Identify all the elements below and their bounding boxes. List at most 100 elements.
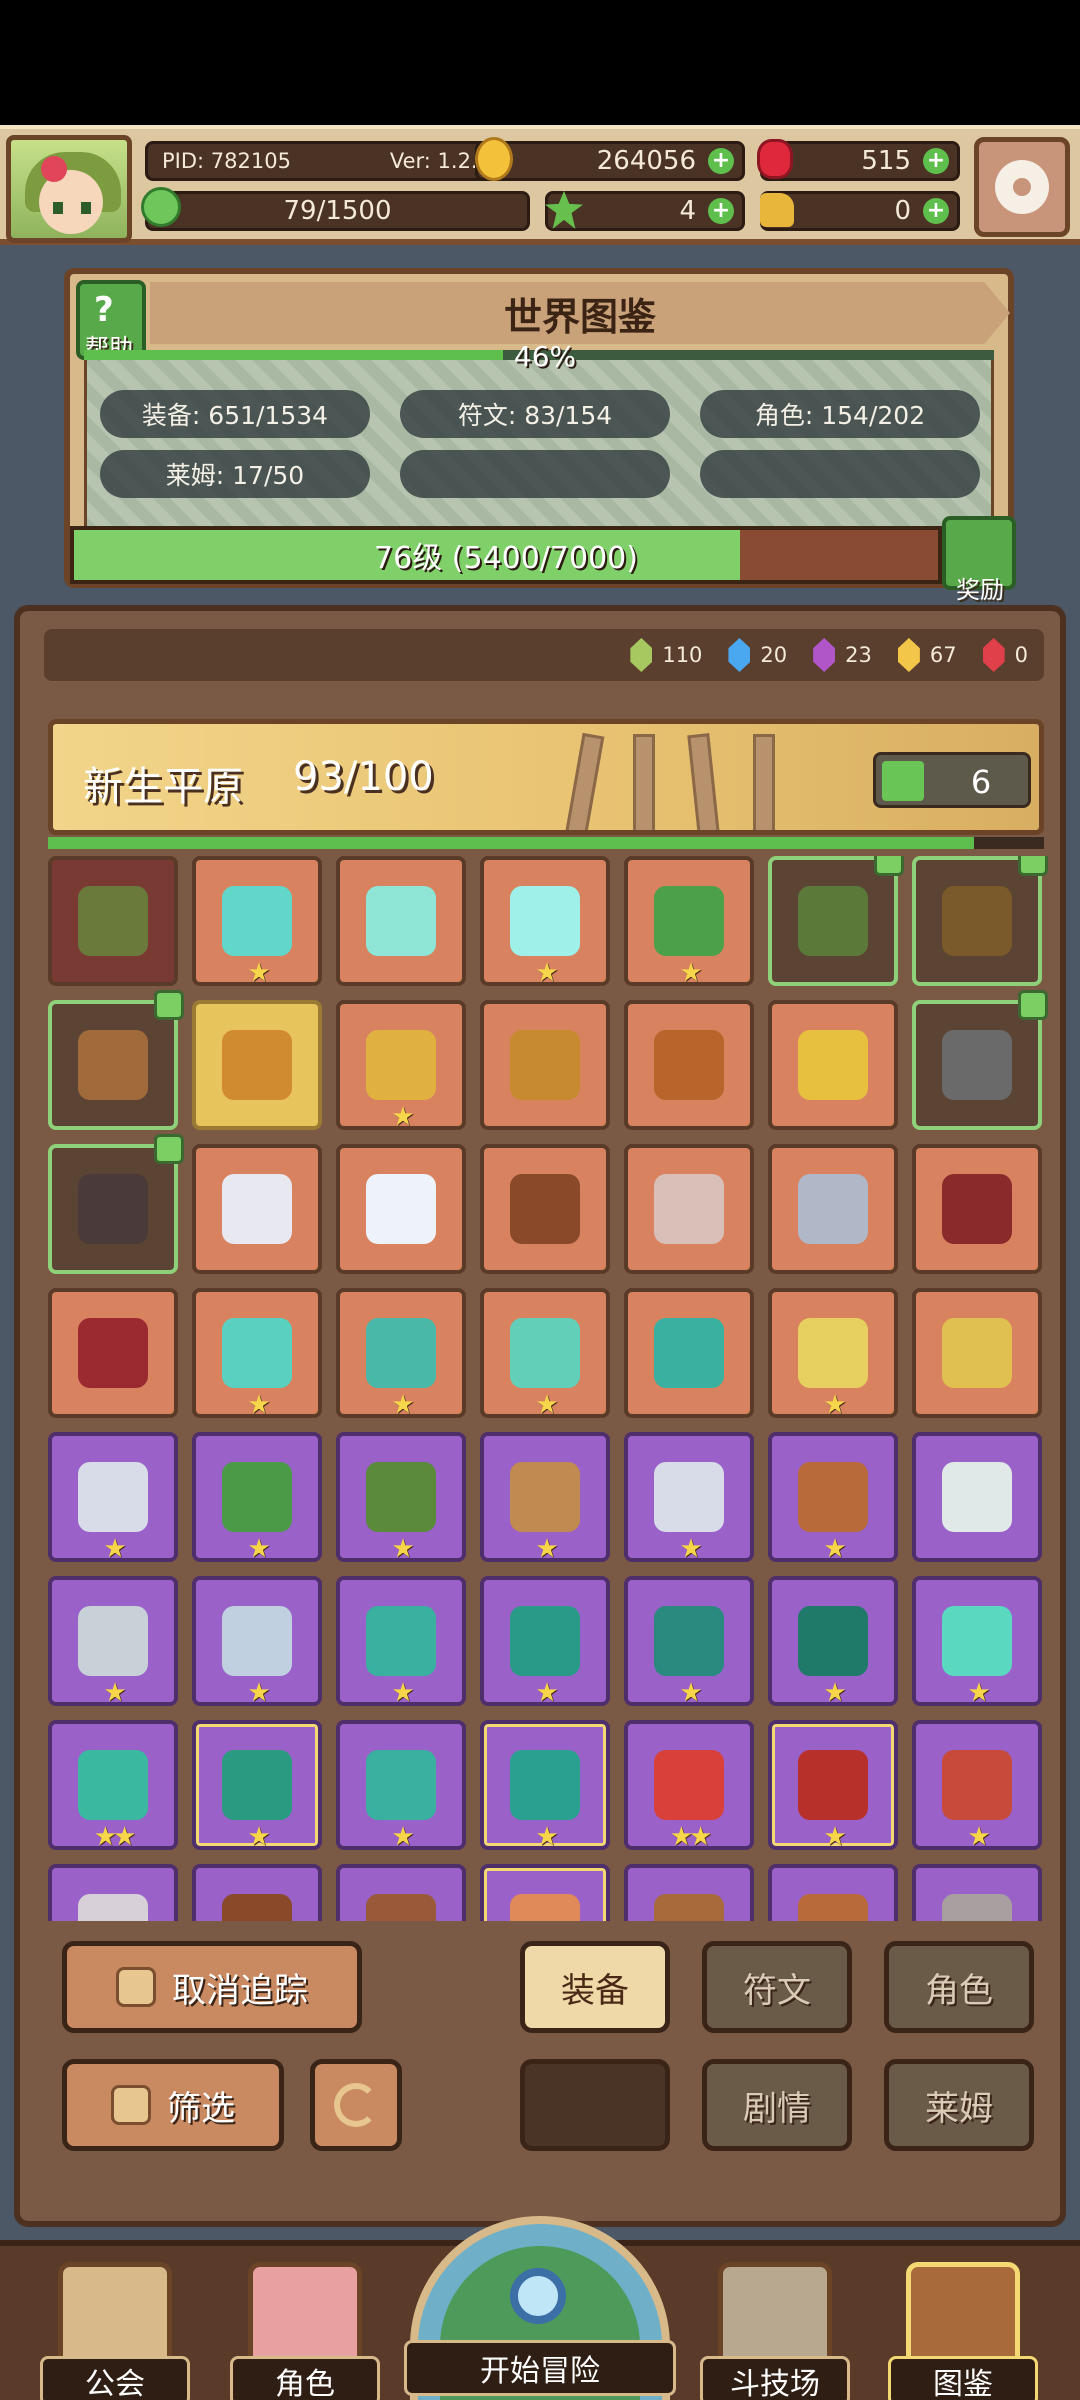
collection-item[interactable]: ★: [480, 856, 610, 988]
dagger-icon: [798, 1174, 868, 1244]
collection-item[interactable]: [192, 1144, 322, 1274]
collection-item[interactable]: [48, 856, 178, 986]
collection-item[interactable]: [768, 1864, 898, 1921]
collection-item[interactable]: [768, 1144, 898, 1274]
collection-item[interactable]: ★★: [624, 1720, 754, 1852]
stat-empty: [700, 450, 980, 498]
nav-characters[interactable]: 角色: [230, 2256, 380, 2400]
collection-item[interactable]: ★: [768, 1432, 898, 1564]
nav-atlas[interactable]: 图鉴: [888, 2256, 1038, 2400]
tab-slimes[interactable]: 莱姆: [884, 2059, 1034, 2151]
collection-item[interactable]: [624, 1288, 754, 1418]
add-gold-button[interactable]: +: [708, 148, 734, 174]
collection-item[interactable]: [48, 990, 184, 1130]
add-clover-button[interactable]: +: [708, 198, 734, 224]
collection-item[interactable]: ★: [912, 1720, 1042, 1852]
collection-item[interactable]: [48, 1134, 184, 1274]
purple-bow-icon: [510, 1462, 580, 1532]
tab-story[interactable]: 剧情: [702, 2059, 852, 2151]
collection-item[interactable]: ★: [768, 1288, 898, 1420]
collection-item[interactable]: [912, 1864, 1042, 1921]
red-slime-icon: [654, 1750, 724, 1820]
untrack-button[interactable]: 取消追踪: [62, 1941, 362, 2033]
collection-item[interactable]: ★: [336, 1432, 466, 1564]
book-icon: [906, 2262, 1020, 2366]
filter-button[interactable]: 筛选: [62, 2059, 284, 2151]
region-progress-fill: [48, 837, 975, 849]
player-avatar[interactable]: [6, 135, 132, 243]
collection-item[interactable]: ★: [912, 1576, 1042, 1708]
stat-runes[interactable]: 符文: 83/154: [400, 390, 670, 438]
collection-item[interactable]: ★: [336, 1576, 466, 1708]
collection-item[interactable]: [192, 1864, 322, 1921]
star-rating: ★: [535, 1390, 558, 1420]
fence-decoration: [753, 734, 775, 830]
tracked-thumbs-up-icon: [154, 990, 184, 1020]
collection-item[interactable]: [336, 1864, 466, 1921]
collection-item[interactable]: [48, 1864, 178, 1921]
collection-item[interactable]: [480, 1864, 610, 1921]
collection-item[interactable]: ★: [192, 856, 322, 988]
collection-item[interactable]: [912, 856, 1048, 986]
collection-item[interactable]: [624, 1000, 754, 1130]
collection-item[interactable]: [768, 1000, 898, 1130]
red-robe-icon: [798, 1750, 868, 1820]
collection-item[interactable]: ★: [768, 1576, 898, 1708]
collection-item[interactable]: ★: [48, 1576, 178, 1708]
add-ticket-button[interactable]: +: [923, 198, 949, 224]
collection-item[interactable]: ★★: [48, 1720, 178, 1852]
stat-slimes[interactable]: 莱姆: 17/50: [100, 450, 370, 498]
like-counter[interactable]: 6: [873, 752, 1031, 808]
essence-count: 0: [1014, 643, 1028, 667]
tab-equipment[interactable]: 装备: [520, 1941, 670, 2033]
collection-item[interactable]: [336, 1144, 466, 1274]
collection-item[interactable]: ★: [192, 1576, 322, 1708]
tab-characters[interactable]: 角色: [884, 1941, 1034, 2033]
collection-item[interactable]: [768, 856, 904, 986]
collection-item[interactable]: ★: [336, 1720, 466, 1852]
stat-equipment[interactable]: 装备: 651/1534: [100, 390, 370, 438]
collection-item[interactable]: ★: [768, 1720, 898, 1852]
item-grid-scroll[interactable]: ★ ★ ★ ★ ★ ★ ★ ★ ★ ★ ★ ★ ★ ★ ★ ★ ★ ★ ★ ★ ★ ★★ ★ ★ ★ ★★ ★ ★: [48, 856, 1048, 1921]
collection-item[interactable]: ★: [480, 1432, 610, 1564]
collection-item[interactable]: ★: [336, 1288, 466, 1420]
collection-item[interactable]: ★: [192, 1432, 322, 1564]
refresh-button[interactable]: [310, 2059, 402, 2151]
collection-item[interactable]: [336, 856, 466, 986]
nav-adventure[interactable]: 开始冒险: [404, 2216, 676, 2400]
collection-item[interactable]: ★: [192, 1720, 322, 1852]
collection-item[interactable]: [480, 1000, 610, 1130]
collection-item[interactable]: [624, 1864, 754, 1921]
stat-characters[interactable]: 角色: 154/202: [700, 390, 980, 438]
gold-amount: 264056: [596, 146, 696, 176]
jade-ring-icon: [942, 1606, 1012, 1676]
brown-ring-icon: [366, 1894, 436, 1921]
collection-item[interactable]: ★: [480, 1576, 610, 1708]
collection-item[interactable]: [912, 990, 1048, 1130]
collection-item[interactable]: [480, 1144, 610, 1274]
collection-item[interactable]: ★: [336, 1000, 466, 1132]
collection-item[interactable]: [912, 1288, 1042, 1418]
collection-item[interactable]: [912, 1144, 1042, 1274]
collection-item[interactable]: ★: [480, 1288, 610, 1420]
collection-item[interactable]: [624, 1144, 754, 1274]
region-banner[interactable]: 新生平原 93/100 6: [48, 719, 1044, 835]
collection-item[interactable]: [192, 1000, 322, 1130]
star-rating: ★: [391, 1822, 414, 1852]
energy-amount: 79/1500: [283, 196, 392, 226]
settings-button[interactable]: [974, 137, 1070, 237]
collection-item[interactable]: ★: [480, 1720, 610, 1852]
add-gem-button[interactable]: +: [923, 148, 949, 174]
witch-hat-icon: [510, 1606, 580, 1676]
flower-icon: [41, 156, 67, 182]
collection-item[interactable]: ★: [624, 856, 754, 988]
collection-item[interactable]: [912, 1432, 1042, 1562]
collection-item[interactable]: ★: [192, 1288, 322, 1420]
tab-runes[interactable]: 符文: [702, 1941, 852, 2033]
collection-item[interactable]: ★: [48, 1432, 178, 1564]
collection-item[interactable]: [48, 1288, 178, 1418]
nav-arena[interactable]: 斗技场: [700, 2256, 850, 2400]
collection-item[interactable]: ★: [624, 1432, 754, 1564]
collection-item[interactable]: ★: [624, 1576, 754, 1708]
nav-guild[interactable]: 公会: [40, 2256, 190, 2400]
